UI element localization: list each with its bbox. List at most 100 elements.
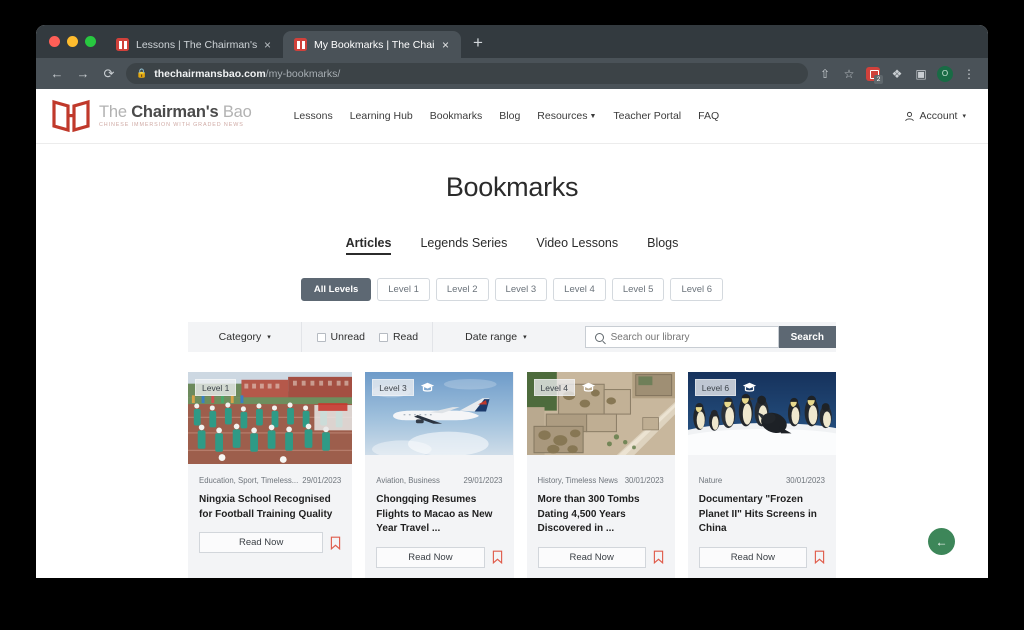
level-filter-group: All Levels Level 1 Level 2 Level 3 Level… <box>36 278 988 301</box>
close-window-button[interactable] <box>49 36 60 47</box>
minimize-window-button[interactable] <box>67 36 78 47</box>
search-button[interactable]: Search <box>778 326 836 348</box>
card-meta: Education, Sport, Timeless... 29/01/2023 <box>188 467 352 485</box>
bookmark-card-grid: Level 1 Education, Sport, Timeless... 29… <box>188 372 836 578</box>
tab-title: My Bookmarks | The Chairman <box>314 38 435 51</box>
read-label: Read <box>392 331 419 343</box>
person-icon <box>904 111 914 121</box>
account-menu[interactable]: Account ▾ <box>904 110 966 122</box>
bookmark-card[interactable]: Level 3 Aviation, Business 29/01/2023 Ch… <box>365 372 514 578</box>
read-checkbox[interactable]: Read <box>378 331 419 343</box>
new-tab-button[interactable]: + <box>461 31 493 58</box>
level-filter-all[interactable]: All Levels <box>300 278 372 301</box>
browser-window: Lessons | The Chairman's Bao × My Bookma… <box>36 25 988 578</box>
level-badge: Level 6 <box>694 379 737 396</box>
close-tab-icon[interactable]: × <box>264 39 274 51</box>
url-path: /my-bookmarks/ <box>265 67 341 80</box>
bookmark-card[interactable]: Level 4 History, Timeless News 30/01/202… <box>526 372 675 578</box>
card-categories: History, Timeless News <box>537 476 618 485</box>
card-title: More than 300 Tombs Dating 4,500 Years D… <box>537 494 640 534</box>
close-tab-icon[interactable]: × <box>442 39 452 51</box>
read-now-button[interactable]: Read Now <box>199 532 324 553</box>
address-bar[interactable]: 🔒 thechairmansbao.com/my-bookmarks/ <box>126 63 808 84</box>
nav-item-bookmarks[interactable]: Bookmarks <box>430 110 483 122</box>
card-date: 29/01/2023 <box>302 476 342 485</box>
site-logo[interactable]: The Chairman's Bao CHINESE IMMERSION WIT… <box>46 99 252 133</box>
card-badges: Level 1 <box>195 379 237 396</box>
level-badge: Level 1 <box>195 379 237 396</box>
maximize-window-button[interactable] <box>85 36 96 47</box>
nav-item-resources[interactable]: Resources ▼ <box>537 110 596 122</box>
card-categories: Nature <box>698 476 723 485</box>
read-now-button[interactable]: Read Now <box>537 546 646 568</box>
level-badge: Level 3 <box>372 379 414 396</box>
logo-text: The Chairman's Bao CHINESE IMMERSION WIT… <box>99 102 252 129</box>
card-image: Level 6 <box>687 372 836 467</box>
bookmark-card[interactable]: Level 1 Education, Sport, Timeless... 29… <box>188 372 353 578</box>
extension-badge-icon[interactable]: 2 <box>862 63 884 85</box>
logo-tagline: CHINESE IMMERSION WITH GRADED NEWS <box>99 122 244 129</box>
extensions-puzzle-icon[interactable]: ❖ <box>886 63 908 85</box>
category-dropdown[interactable]: Category ▾ <box>188 322 303 352</box>
level-filter-6[interactable]: Level 6 <box>670 278 724 301</box>
card-actions: Read Now <box>188 522 352 565</box>
browser-menu-icon[interactable]: ⋮ <box>958 63 980 85</box>
bookmark-card[interactable]: Level 6 Nature 30/01/2023 Documentary "F… <box>687 372 836 578</box>
bookmark-icon[interactable] <box>814 550 825 564</box>
unread-checkbox[interactable]: Unread <box>316 331 365 343</box>
level-filter-4[interactable]: Level 4 <box>553 278 606 301</box>
read-now-button[interactable]: Read Now <box>698 546 807 568</box>
chevron-down-icon: ▾ <box>962 113 966 120</box>
card-badges: Level 4 <box>533 379 596 396</box>
bookmark-icon[interactable] <box>653 550 664 564</box>
logo-title: The Chairman's Bao <box>99 102 252 121</box>
nav-item-learning-hub[interactable]: Learning Hub <box>350 110 413 122</box>
card-date: 29/01/2023 <box>463 476 503 485</box>
card-meta: Nature 30/01/2023 <box>688 467 836 485</box>
card-date: 30/01/2023 <box>624 476 664 485</box>
reload-icon[interactable]: ⟳ <box>96 61 122 87</box>
nav-item-teacher-portal[interactable]: Teacher Portal <box>613 110 681 122</box>
graduation-cap-icon <box>743 382 757 392</box>
level-filter-3[interactable]: Level 3 <box>494 278 548 301</box>
card-image: Level 3 <box>365 372 514 467</box>
chevron-down-icon: ▼ <box>589 113 597 120</box>
back-icon[interactable]: ← <box>44 61 70 87</box>
browser-tab-1[interactable]: Lessons | The Chairman's Bao × <box>105 31 283 58</box>
toolbar-icon-group: ⇧ ☆ 2 ❖ ▣ O ⋮ <box>814 63 980 85</box>
window-controls <box>44 25 105 58</box>
read-now-button[interactable]: Read Now <box>376 546 485 568</box>
card-meta: Aviation, Business 29/01/2023 <box>365 467 513 485</box>
profile-initial: O <box>937 65 953 82</box>
back-to-top-button[interactable]: ← <box>928 528 955 555</box>
browser-tab-2[interactable]: My Bookmarks | The Chairman × <box>283 31 461 58</box>
nav-item-lessons[interactable]: Lessons <box>294 110 333 122</box>
search-area: Search <box>559 326 836 348</box>
profile-avatar[interactable]: O <box>934 63 956 85</box>
level-filter-2[interactable]: Level 2 <box>435 278 489 301</box>
bookmark-star-icon[interactable]: ☆ <box>838 63 860 85</box>
card-title: Ningxia School Recognised for Football T… <box>199 494 333 520</box>
bookmark-icon[interactable] <box>492 550 503 564</box>
site-header: The Chairman's Bao CHINESE IMMERSION WIT… <box>36 89 988 144</box>
nav-item-blog[interactable]: Blog <box>499 110 520 122</box>
tab-legends-series[interactable]: Legends Series <box>420 236 507 255</box>
share-icon[interactable]: ⇧ <box>814 63 836 85</box>
forward-icon[interactable]: → <box>70 61 96 87</box>
side-panel-icon[interactable]: ▣ <box>910 63 932 85</box>
card-badges: Level 6 <box>694 379 757 396</box>
bookmark-icon[interactable] <box>330 536 341 550</box>
favicon-icon <box>294 38 307 51</box>
level-filter-5[interactable]: Level 5 <box>611 278 665 301</box>
tab-articles[interactable]: Articles <box>345 236 392 255</box>
level-filter-1[interactable]: Level 1 <box>377 278 430 301</box>
nav-item-faq[interactable]: FAQ <box>698 110 719 122</box>
main-navigation: Lessons Learning Hub Bookmarks Blog Reso… <box>294 110 720 122</box>
category-label: Category <box>218 331 262 343</box>
search-input-wrapper[interactable] <box>584 326 779 348</box>
tab-blogs[interactable]: Blogs <box>647 236 678 255</box>
date-range-dropdown[interactable]: Date range ▾ <box>433 322 558 352</box>
search-input[interactable] <box>610 331 769 343</box>
chevron-down-icon: ▾ <box>267 334 271 341</box>
tab-video-lessons[interactable]: Video Lessons <box>536 236 618 255</box>
